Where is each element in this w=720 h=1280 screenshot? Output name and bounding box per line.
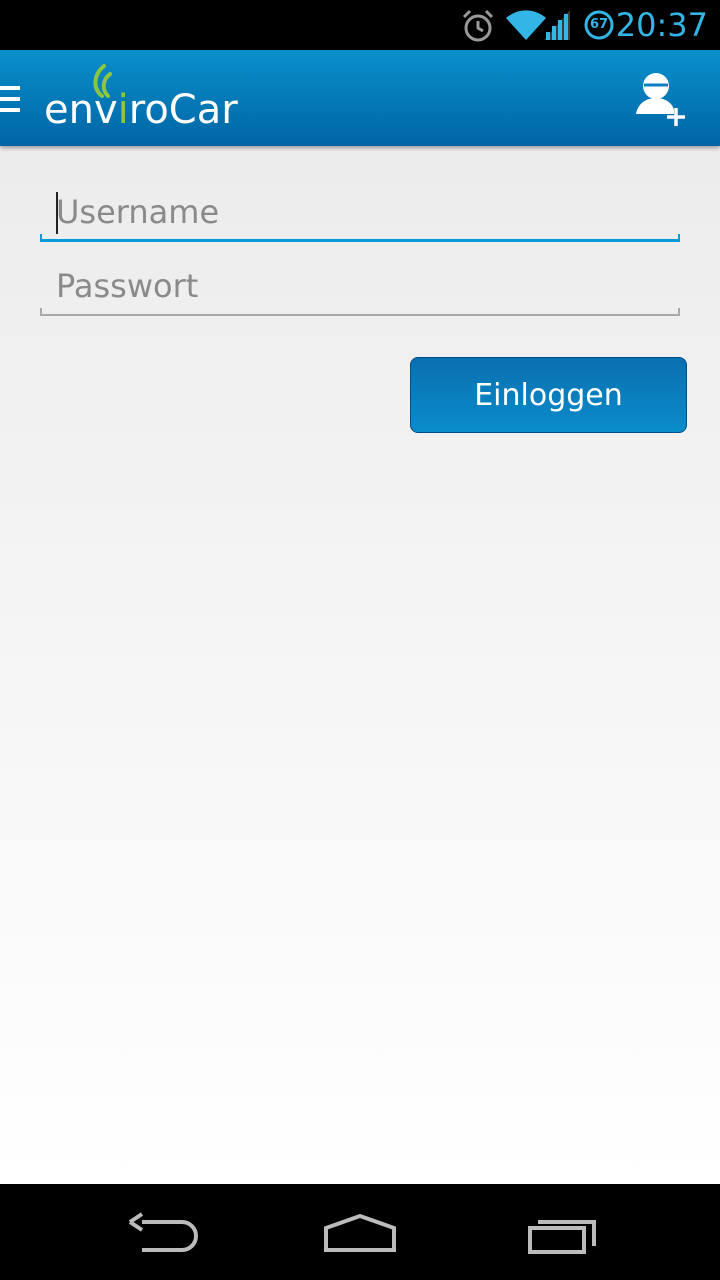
cell-signal-icon bbox=[544, 10, 570, 40]
home-icon[interactable] bbox=[312, 1202, 408, 1262]
back-icon[interactable] bbox=[112, 1202, 208, 1262]
recent-apps-icon[interactable] bbox=[514, 1202, 610, 1262]
username-underline bbox=[40, 239, 680, 242]
screen: 67 20:37 enviroCar Username Einloggen bbox=[0, 0, 720, 1280]
app-logo[interactable]: enviroCar bbox=[44, 64, 254, 134]
status-bar: 67 20:37 bbox=[0, 0, 720, 50]
text-cursor bbox=[56, 192, 58, 234]
password-underline bbox=[40, 314, 680, 316]
navigation-bar bbox=[0, 1184, 720, 1280]
login-button[interactable]: Einloggen bbox=[410, 357, 687, 433]
alarm-icon bbox=[462, 9, 494, 42]
logo-text: enviroCar bbox=[44, 87, 238, 133]
password-field[interactable] bbox=[40, 260, 680, 316]
username-input[interactable] bbox=[40, 186, 680, 238]
username-field[interactable] bbox=[40, 186, 680, 242]
status-time: 20:37 bbox=[615, 6, 708, 44]
password-input[interactable] bbox=[40, 260, 680, 312]
login-content: Einloggen bbox=[0, 146, 720, 1184]
battery-icon: 67 bbox=[584, 10, 614, 40]
action-bar: enviroCar bbox=[0, 50, 720, 146]
add-user-icon[interactable] bbox=[634, 68, 692, 128]
battery-level: 67 bbox=[589, 17, 609, 32]
menu-icon[interactable] bbox=[0, 86, 20, 114]
